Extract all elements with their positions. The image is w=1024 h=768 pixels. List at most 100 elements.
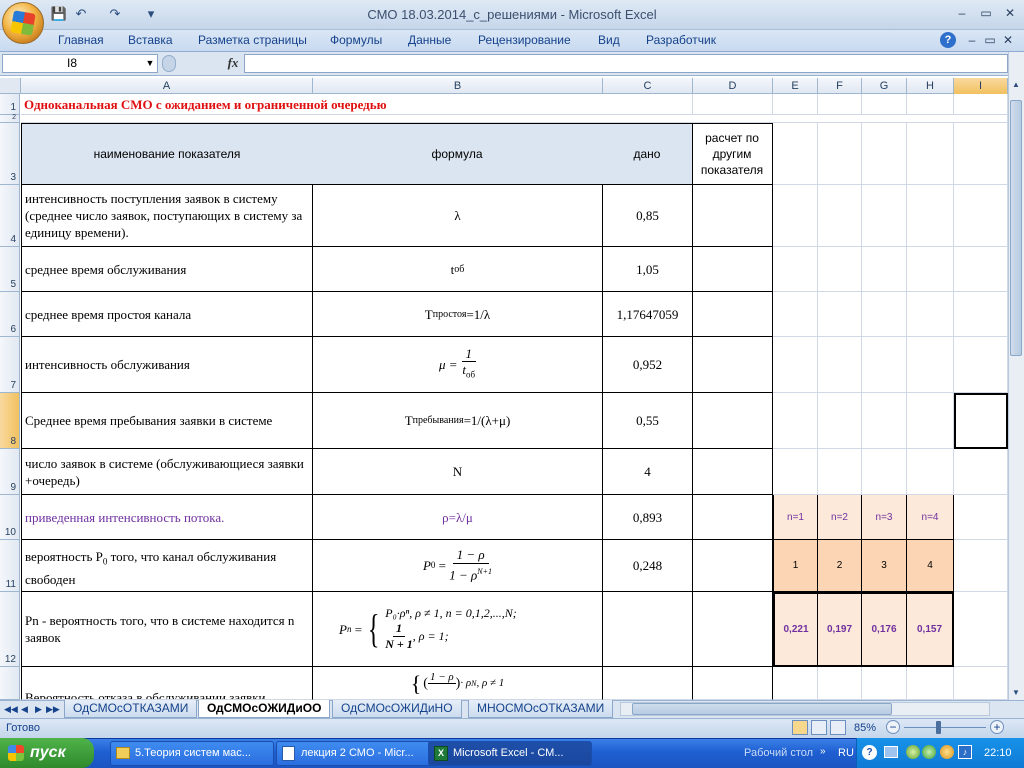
cell-g8[interactable] xyxy=(862,393,907,449)
cell-h8[interactable] xyxy=(907,393,954,449)
row-header-3[interactable]: 3 xyxy=(0,123,20,185)
desktop-toolbar-label[interactable]: Рабочий стол xyxy=(744,746,813,760)
column-header-g[interactable]: G xyxy=(862,78,907,94)
cell-d8[interactable] xyxy=(693,393,773,449)
cell-a6[interactable]: среднее время простоя канала xyxy=(21,292,313,337)
cell-e5[interactable] xyxy=(773,247,818,292)
cell-e3[interactable] xyxy=(773,123,818,185)
cell-h4[interactable] xyxy=(907,185,954,247)
cell-i6[interactable] xyxy=(954,292,1008,337)
name-box-dropdown-icon[interactable]: ▼ xyxy=(144,55,156,71)
cell-f3[interactable] xyxy=(818,123,862,185)
update-tray-icon[interactable] xyxy=(940,745,954,759)
cell-b13[interactable]: { ( 1 − ρ ) · ρN, ρ ≠ 1 xyxy=(313,667,603,700)
cell-i11[interactable] xyxy=(954,540,1008,592)
zoom-out-button[interactable]: − xyxy=(886,720,900,734)
cell-c8[interactable]: 0,55 xyxy=(603,393,693,449)
cell-i3[interactable] xyxy=(954,123,1008,185)
row-header-7[interactable]: 7 xyxy=(0,337,20,393)
column-header-h[interactable]: H xyxy=(907,78,954,94)
column-header-i[interactable]: I xyxy=(954,78,1008,94)
prev-sheet-icon[interactable]: ◀ xyxy=(18,701,31,717)
cell-b10[interactable]: ρ=λ/μ xyxy=(313,495,603,540)
cell-b4[interactable]: λ xyxy=(313,185,603,247)
zoom-level[interactable]: 85% xyxy=(854,720,876,736)
cell-c12[interactable] xyxy=(603,592,693,667)
cell-f12[interactable]: 0,197 xyxy=(818,592,862,667)
cell-b12[interactable]: Pn = { P₀·ρⁿ, ρ ≠ 1, n = 0,1,2,...,N; 1 … xyxy=(313,592,603,667)
cell-c4[interactable]: 0,85 xyxy=(603,185,693,247)
cell-c6[interactable]: 1,17647059 xyxy=(603,292,693,337)
volume-tray-icon[interactable]: ♪ xyxy=(958,745,972,759)
page-break-view-icon[interactable] xyxy=(830,720,846,735)
help-tray-icon[interactable]: ? xyxy=(862,745,877,760)
cell-d1[interactable] xyxy=(693,94,773,115)
row-header-6[interactable]: 6 xyxy=(0,292,20,337)
cell-e9[interactable] xyxy=(773,449,818,495)
cell-h11[interactable]: 4 xyxy=(907,540,954,592)
cell-a10[interactable]: приведенная интенсивность потока. xyxy=(21,495,313,540)
cell-a13[interactable]: Вероятность отказа в обслуживании заявки xyxy=(21,667,313,700)
header-indicator-name[interactable]: наименование показателя xyxy=(21,123,313,185)
zoom-slider-track[interactable] xyxy=(904,727,986,728)
zoom-slider-thumb[interactable] xyxy=(936,721,941,734)
header-formula[interactable]: формула xyxy=(312,123,603,185)
cell-g12[interactable]: 0,176 xyxy=(862,592,907,667)
cell-g3[interactable] xyxy=(862,123,907,185)
cell-h1[interactable] xyxy=(907,94,954,115)
sheet-tab-odsmo-ozhid-oo[interactable]: ОдСМОсОЖИДиОО xyxy=(198,700,331,718)
cell-g5[interactable] xyxy=(862,247,907,292)
minimize-button[interactable]: – xyxy=(950,4,974,22)
row-2-cells[interactable] xyxy=(21,115,1008,123)
row-header-11[interactable]: 11 xyxy=(0,540,20,592)
cell-h9[interactable] xyxy=(907,449,954,495)
taskbar-folder-window[interactable]: 5.Теория систем мас... xyxy=(110,741,274,766)
cell-c5[interactable]: 1,05 xyxy=(603,247,693,292)
cell-h10[interactable]: n=4 xyxy=(907,495,954,540)
tab-developer[interactable]: Разработчик xyxy=(646,30,716,52)
header-other-calc[interactable]: расчет по другим показателя xyxy=(692,123,773,185)
cell-a8[interactable]: Среднее время пребывания заявки в систем… xyxy=(21,393,313,449)
zoom-in-button[interactable]: + xyxy=(990,720,1004,734)
row-header-10[interactable]: 10 xyxy=(0,495,20,540)
cell-d4[interactable] xyxy=(693,185,773,247)
cell-f13[interactable] xyxy=(818,667,862,700)
cell-b11[interactable]: P0 = 1 − ρ 1 − ρN+1 xyxy=(313,540,603,592)
cell-a12[interactable]: Pn - вероятность того, что в системе нах… xyxy=(21,592,313,667)
row-header-4[interactable]: 4 xyxy=(0,185,20,247)
cell-d5[interactable] xyxy=(693,247,773,292)
help-icon[interactable]: ? xyxy=(940,32,956,48)
sheet-tab-odsmo-ozhid-no[interactable]: ОдСМОсОЖИДиНО xyxy=(332,700,462,718)
cell-i5[interactable] xyxy=(954,247,1008,292)
cell-c9[interactable]: 4 xyxy=(603,449,693,495)
cell-h12[interactable]: 0,157 xyxy=(907,592,954,667)
cell-a11[interactable]: вероятность P0 того, что канал обслужива… xyxy=(21,540,313,592)
cell-e12[interactable]: 0,221 xyxy=(773,592,818,667)
start-button[interactable]: пуск xyxy=(0,738,94,768)
cell-b6[interactable]: Tпростоя =1/λ xyxy=(313,292,603,337)
cell-a5[interactable]: среднее время обслуживания xyxy=(21,247,313,292)
cell-h7[interactable] xyxy=(907,337,954,393)
cell-i1[interactable] xyxy=(954,94,1008,115)
cell-g10[interactable]: n=3 xyxy=(862,495,907,540)
cell-h13[interactable] xyxy=(907,667,954,700)
cell-e13[interactable] xyxy=(773,667,818,700)
row-header-9[interactable]: 9 xyxy=(0,449,20,495)
row-header-8[interactable]: 8 xyxy=(0,393,20,449)
tab-review[interactable]: Рецензирование xyxy=(478,30,571,52)
cell-i7[interactable] xyxy=(954,337,1008,393)
cell-f7[interactable] xyxy=(818,337,862,393)
column-header-c[interactable]: C xyxy=(603,78,693,94)
close-button[interactable]: ✕ xyxy=(998,4,1022,22)
cell-f6[interactable] xyxy=(818,292,862,337)
taskbar-word-window[interactable]: лекция 2 СМО - Micr... xyxy=(276,741,440,766)
cell-d6[interactable] xyxy=(693,292,773,337)
column-header-a[interactable]: A xyxy=(21,78,313,94)
cell-i13[interactable] xyxy=(954,667,1008,700)
language-indicator[interactable]: RU xyxy=(838,746,854,760)
cell-g4[interactable] xyxy=(862,185,907,247)
cell-f9[interactable] xyxy=(818,449,862,495)
cell-a7[interactable]: интенсивность обслуживания xyxy=(21,337,313,393)
scroll-up-icon[interactable]: ▲ xyxy=(1010,78,1022,92)
cell-d11[interactable] xyxy=(693,540,773,592)
